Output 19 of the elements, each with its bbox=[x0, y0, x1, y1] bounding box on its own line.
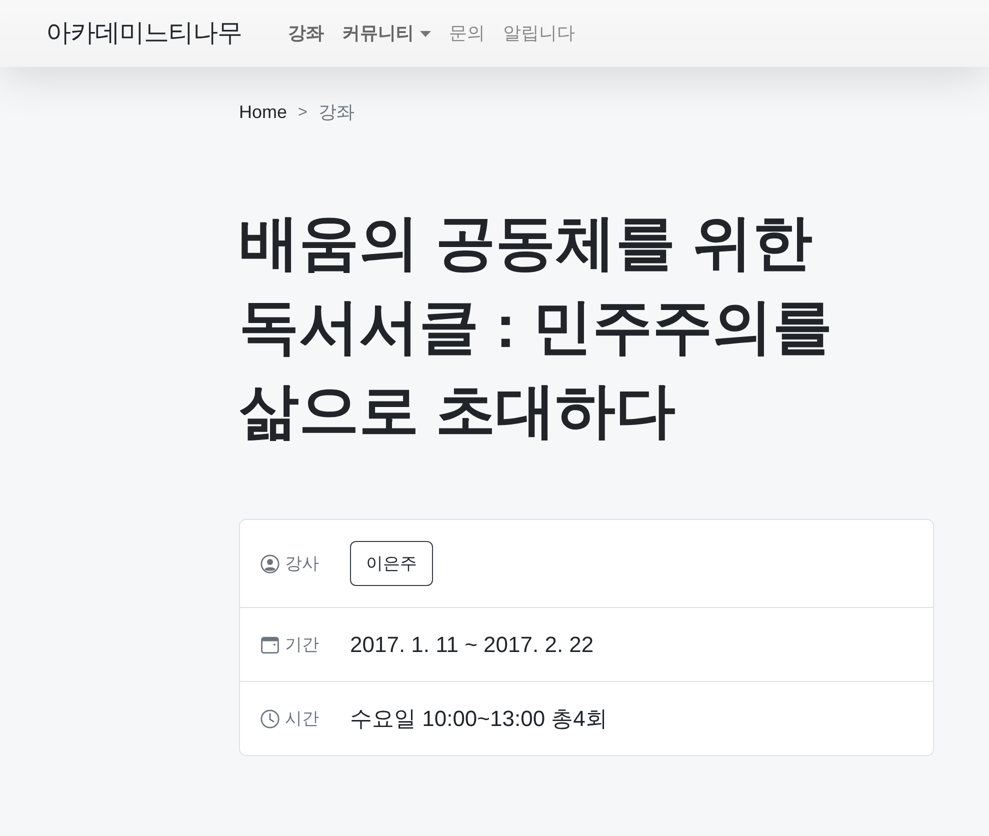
instructor-button[interactable]: 이은주 bbox=[350, 541, 433, 586]
caret-icon bbox=[420, 30, 431, 36]
clock-icon bbox=[260, 708, 280, 728]
page-title: 배움의 공동체를 위한 독서서클 : 민주주의를 삶으로 초대하다 bbox=[239, 208, 834, 446]
breadcrumb-separator: > bbox=[298, 103, 308, 123]
nav-link[interactable]: 알립니다 bbox=[494, 20, 584, 47]
nav-link[interactable]: 문의 bbox=[440, 20, 494, 47]
detail-label: 시간 bbox=[285, 708, 319, 730]
person-circle-icon bbox=[260, 554, 280, 574]
breadcrumb-link[interactable]: Home bbox=[239, 99, 288, 126]
detail-value: 2017. 1. 11 ~ 2017. 2. 22 bbox=[350, 631, 594, 659]
detail-label: 강사 bbox=[285, 552, 319, 575]
brand-logo[interactable]: 아카데미느티나무 bbox=[46, 14, 242, 52]
detail-label: 기간 bbox=[285, 634, 319, 656]
nav-link[interactable]: 커뮤니티 bbox=[333, 20, 440, 47]
calendar-icon bbox=[260, 634, 280, 654]
nav-link[interactable]: 강좌 bbox=[288, 20, 333, 47]
detail-value: 수요일 10:00~13:00 총4회 bbox=[350, 705, 608, 733]
breadcrumb-link[interactable]: 강좌 bbox=[318, 99, 354, 126]
